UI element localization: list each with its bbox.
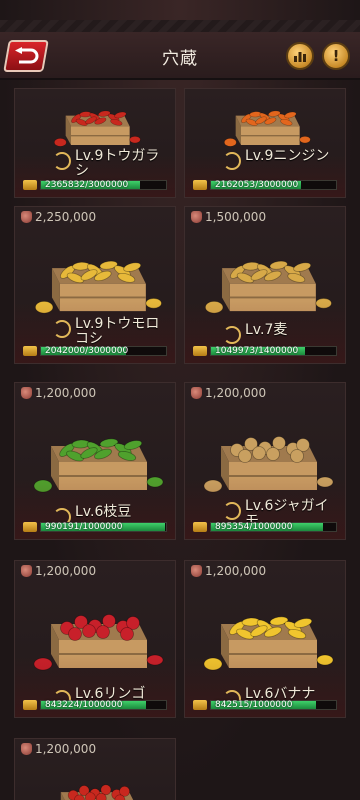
- progress-bar: 843224/1000000: [40, 700, 167, 710]
- price-value: 2,250,000: [35, 210, 97, 224]
- gold-coins-icon: [193, 346, 207, 356]
- crop-name-row: Lv.9トウモロコシ: [53, 317, 171, 347]
- wheat-crate-icon: [204, 260, 332, 314]
- crop-name: Lv.7麦: [245, 322, 288, 338]
- crop-image: [15, 405, 175, 497]
- money-bag-icon: [21, 211, 32, 223]
- crop-image: [15, 229, 175, 317]
- price-value: 1,200,000: [35, 742, 97, 756]
- price-value: 1,200,000: [35, 564, 97, 578]
- crop-image: [15, 89, 175, 149]
- crop-name-row: Lv.9ニンジン: [223, 149, 341, 170]
- top-bar: 穴蔵 !: [0, 20, 360, 80]
- progress-text: 895354/1000000: [215, 522, 293, 532]
- sickle-icon: [53, 152, 71, 170]
- carrot-crate-icon: [224, 110, 311, 147]
- crop-name: Lv.9ニンジン: [245, 148, 330, 164]
- crop-card[interactable]: Lv.9ニンジン 2162053/3000000: [184, 88, 346, 198]
- apple-crate-icon: [33, 614, 164, 671]
- storage-progress: 895354/1000000: [193, 521, 337, 533]
- sickle-icon: [223, 502, 241, 520]
- progress-text: 2365832/3000000: [45, 180, 129, 190]
- exclamation-icon: !: [332, 47, 340, 65]
- crop-image: [185, 583, 345, 675]
- storage-progress: 842515/1000000: [193, 699, 337, 711]
- crop-card[interactable]: 1,200,000 Lv.6バナナ 842515/1000000: [184, 560, 346, 718]
- chili-crate-icon: [54, 110, 141, 147]
- price-label: 1,200,000: [21, 742, 96, 756]
- money-bag-icon: [21, 565, 32, 577]
- crop-card[interactable]: 1,200,000: [14, 738, 176, 800]
- crop-name-row: Lv.7麦: [223, 323, 341, 344]
- gold-coins-icon: [193, 180, 207, 190]
- gold-coins-icon: [23, 346, 37, 356]
- progress-bar: 2365832/3000000: [40, 180, 167, 190]
- crop-card[interactable]: 1,200,000 Lv.6リンゴ 843224/1000000: [14, 560, 176, 718]
- price-value: 1,500,000: [205, 210, 267, 224]
- sickle-icon: [53, 320, 71, 338]
- money-bag-icon: [191, 387, 202, 399]
- price-label: 1,200,000: [21, 564, 96, 578]
- gold-coins-icon: [23, 522, 37, 532]
- crop-name: Lv.6枝豆: [75, 504, 132, 520]
- price-label: 1,500,000: [191, 210, 266, 224]
- crop-card[interactable]: 1,200,000 Lv.6枝豆 990191/1000000: [14, 382, 176, 540]
- progress-bar: 842515/1000000: [210, 700, 337, 710]
- corn-crate-icon: [34, 260, 162, 314]
- price-label: 2,250,000: [21, 210, 96, 224]
- storage-progress: 2365832/3000000: [23, 179, 167, 191]
- crop-image: [185, 405, 345, 497]
- progress-bar: 1049973/1400000: [210, 346, 337, 356]
- money-bag-icon: [21, 387, 32, 399]
- crop-image: [185, 229, 345, 317]
- crop-name: Lv.9トウガラシ: [75, 148, 160, 179]
- price-value: 1,200,000: [205, 386, 267, 400]
- price-value: 1,200,000: [35, 386, 97, 400]
- progress-text: 990191/1000000: [45, 522, 123, 532]
- crop-image: [15, 583, 175, 675]
- crop-image: [185, 89, 345, 149]
- progress-text: 1049973/1400000: [215, 346, 299, 356]
- storage-progress: 843224/1000000: [23, 699, 167, 711]
- progress-text: 842515/1000000: [215, 700, 293, 710]
- crop-card[interactable]: Lv.9トウガラシ 2365832/3000000: [14, 88, 176, 198]
- storage-progress: 2042000/3000000: [23, 345, 167, 357]
- crop-name-row: Lv.9トウガラシ: [53, 149, 171, 179]
- storage-progress: 2162053/3000000: [193, 179, 337, 191]
- money-bag-icon: [191, 211, 202, 223]
- price-label: 1,200,000: [21, 386, 96, 400]
- peas-crate-icon: [33, 438, 164, 493]
- info-button[interactable]: !: [322, 42, 350, 70]
- progress-text: 2162053/3000000: [215, 180, 299, 190]
- price-label: 1,200,000: [191, 386, 266, 400]
- money-bag-icon: [191, 565, 202, 577]
- potato-crate-icon: [203, 436, 334, 493]
- storage-progress: 1049973/1400000: [193, 345, 337, 357]
- stats-button[interactable]: [286, 42, 314, 70]
- progress-text: 2042000/3000000: [45, 346, 129, 356]
- bar-chart-icon: [294, 52, 306, 62]
- progress-bar: 2162053/3000000: [210, 180, 337, 190]
- price-label: 1,200,000: [191, 564, 266, 578]
- crop-card[interactable]: 1,500,000 Lv.7麦 1049973/1400000: [184, 206, 346, 364]
- storage-progress: 990191/1000000: [23, 521, 167, 533]
- progress-bar: 895354/1000000: [210, 522, 337, 532]
- progress-bar: 990191/1000000: [40, 522, 167, 532]
- crop-card[interactable]: 2,250,000 Lv.9トウモロコシ 2042000/3000000: [14, 206, 176, 364]
- crop-image: [15, 761, 175, 800]
- money-bag-icon: [21, 743, 32, 755]
- sickle-icon: [223, 152, 241, 170]
- price-value: 1,200,000: [205, 564, 267, 578]
- sickle-icon: [223, 326, 241, 344]
- gold-coins-icon: [23, 180, 37, 190]
- gold-coins-icon: [193, 700, 207, 710]
- gold-coins-icon: [23, 700, 37, 710]
- crop-name: Lv.9トウモロコシ: [75, 316, 160, 347]
- gold-coins-icon: [193, 522, 207, 532]
- tomato-crate-icon: [60, 784, 134, 800]
- banana-crate-icon: [203, 616, 334, 671]
- progress-text: 843224/1000000: [45, 700, 123, 710]
- progress-bar: 2042000/3000000: [40, 346, 167, 356]
- crop-card[interactable]: 1,200,000 Lv.6ジャガイモ 895354/1000000: [184, 382, 346, 540]
